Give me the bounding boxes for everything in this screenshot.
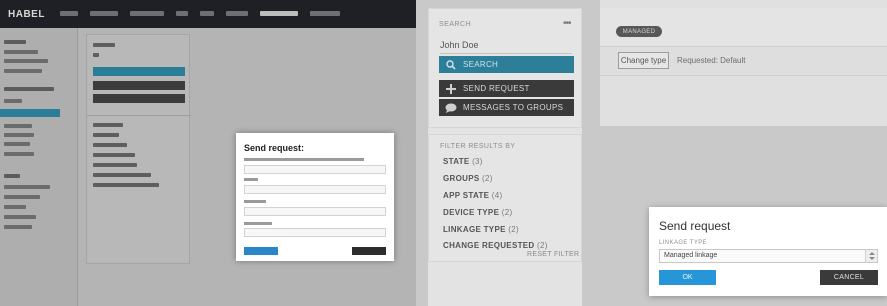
- search-column: SEARCH ••• John Doe SEARCH SEND REQUEST …: [428, 8, 582, 306]
- search-button[interactable]: SEARCH: [439, 56, 574, 73]
- more-menu-icon[interactable]: •••: [563, 18, 571, 29]
- filter-item-label: CHANGE REQUESTED: [443, 241, 535, 250]
- filter-item-label: STATE: [443, 157, 470, 166]
- linkage-row: Change type Requested: Default: [600, 46, 887, 76]
- filter-item-count: (2): [508, 225, 519, 234]
- dialog-title: Send request: [659, 219, 731, 233]
- filter-item-label: DEVICE TYPE: [443, 208, 500, 217]
- filter-item-count: (3): [472, 157, 483, 166]
- linkage-type-select[interactable]: Managed linkage: [659, 249, 878, 263]
- filter-item-state[interactable]: STATE (3): [443, 157, 483, 166]
- chat-bubble-icon: [439, 103, 463, 113]
- thumbnail-modal: Send request:: [236, 133, 394, 261]
- send-request-dialog: Send request LINKAGE TYPE Managed linkag…: [649, 207, 887, 296]
- chevron-updown-icon: [865, 250, 877, 262]
- cancel-button[interactable]: CANCEL: [820, 270, 878, 285]
- filter-item-label: LINKAGE TYPE: [443, 225, 506, 234]
- search-panel: SEARCH ••• John Doe SEARCH SEND REQUEST …: [428, 8, 582, 128]
- filter-item-groups[interactable]: GROUPS (2): [443, 174, 493, 183]
- app-logo: HABEL: [8, 9, 45, 20]
- thumbnail-search-panel: [86, 34, 191, 264]
- linkage-type-label: LINKAGE TYPE: [659, 240, 708, 246]
- filter-panel: FILTER RESULTS BY STATE (3) GROUPS (2) A…: [428, 134, 582, 262]
- detail-header: MANAGED: [600, 8, 887, 50]
- filter-item-device-type[interactable]: DEVICE TYPE (2): [443, 208, 512, 217]
- filter-item-count: (4): [491, 191, 503, 200]
- thumbnail-topbar: HABEL: [0, 0, 416, 28]
- search-label: SEARCH: [439, 21, 472, 28]
- filter-item-count: (2): [482, 174, 493, 183]
- filter-item-label: GROUPS: [443, 174, 480, 183]
- search-button-label: SEARCH: [463, 60, 499, 69]
- reset-filter-link[interactable]: RESET FILTER: [527, 251, 579, 258]
- search-input-underline: [440, 53, 572, 54]
- linkage-type-value: Managed linkage: [664, 252, 718, 259]
- send-request-label: SEND REQUEST: [463, 84, 530, 93]
- filter-item-count: (2): [501, 208, 513, 217]
- send-request-button[interactable]: SEND REQUEST: [439, 80, 574, 97]
- thumbnail-sidebar: [0, 28, 78, 306]
- thumbnail-modal-title: Send request:: [244, 143, 305, 153]
- filter-title: FILTER RESULTS BY: [440, 143, 516, 150]
- thumbnail-nav: [60, 11, 340, 16]
- search-input[interactable]: John Doe: [440, 40, 479, 50]
- app-thumbnail: HABEL Send request:: [0, 0, 416, 306]
- status-badge: MANAGED: [616, 26, 662, 37]
- filter-item-app-state[interactable]: APP STATE (4): [443, 191, 502, 200]
- search-icon: [439, 59, 463, 70]
- ok-button[interactable]: OK: [659, 270, 716, 285]
- detail-panel: MANAGED Change type Requested: Default: [600, 0, 887, 126]
- plus-icon: [439, 83, 463, 94]
- filter-item-count: (2): [537, 241, 548, 250]
- filter-item-label: APP STATE: [443, 191, 490, 200]
- filter-item-linkage-type[interactable]: LINKAGE TYPE (2): [443, 225, 519, 234]
- filter-item-change-requested[interactable]: CHANGE REQUESTED (2): [443, 241, 548, 250]
- change-type-button[interactable]: Change type: [618, 52, 669, 69]
- requested-text: Requested: Default: [677, 56, 746, 65]
- messages-to-groups-label: MESSAGES TO GROUPS: [463, 103, 564, 112]
- messages-to-groups-button[interactable]: MESSAGES TO GROUPS: [439, 99, 574, 116]
